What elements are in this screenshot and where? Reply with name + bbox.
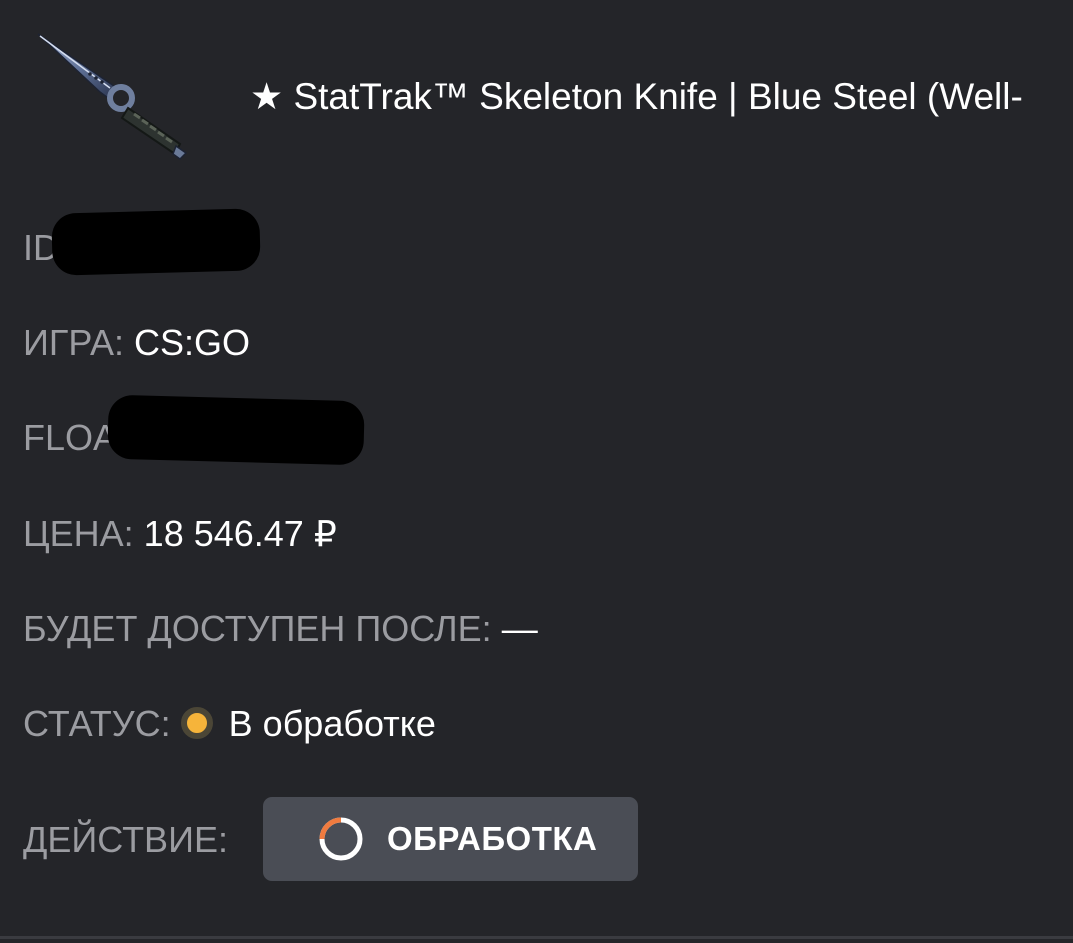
- item-header: ★ StatTrak™ Skeleton Knife | Blue Steel …: [0, 0, 1073, 180]
- status-dot-icon: [180, 707, 213, 739]
- available-after-value: —: [501, 608, 538, 649]
- game-row: ИГРА: CS:GO: [23, 321, 250, 365]
- price-row: ЦЕНА: 18 546.47 ₽: [23, 512, 337, 556]
- processing-button-label: ОБРАБОТКА: [387, 820, 598, 857]
- price-label: ЦЕНА:: [23, 513, 134, 554]
- price-value: 18 546.47 ₽: [143, 513, 337, 554]
- available-after-label: БУДЕТ ДОСТУПЕН ПОСЛЕ:: [23, 608, 492, 649]
- item-title: ★ StatTrak™ Skeleton Knife | Blue Steel …: [250, 76, 1023, 117]
- game-label: ИГРА:: [23, 322, 124, 363]
- game-value: CS:GO: [134, 322, 251, 363]
- status-row: СТАТУС: В обработке: [23, 702, 436, 746]
- status-value: В обработке: [228, 703, 436, 744]
- processing-button[interactable]: ОБРАБОТКА: [263, 797, 638, 881]
- loading-spinner-icon: [319, 817, 363, 861]
- divider: [0, 936, 1073, 939]
- status-label: СТАТУС:: [23, 703, 171, 744]
- redaction-mark: [51, 208, 261, 276]
- available-after-row: БУДЕТ ДОСТУПЕН ПОСЛЕ: —: [23, 607, 538, 651]
- action-label: ДЕЙСТВИЕ:: [23, 819, 228, 860]
- redaction-mark: [107, 394, 365, 466]
- action-row: ДЕЙСТВИЕ:: [23, 818, 228, 862]
- skeleton-knife-icon: [37, 33, 188, 160]
